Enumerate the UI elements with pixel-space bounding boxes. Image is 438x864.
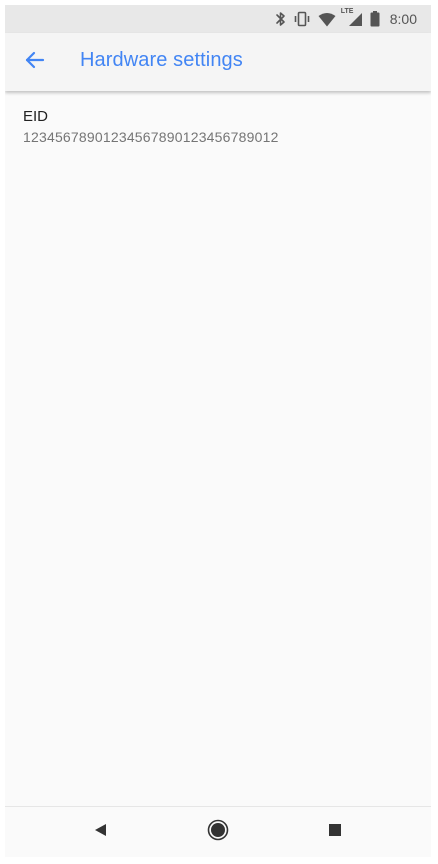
page-title: Hardware settings bbox=[80, 49, 243, 71]
status-icons: LTE 8:00 bbox=[275, 5, 417, 33]
eid-preference[interactable]: EID 12345678901234567890123456789012 bbox=[5, 107, 431, 147]
status-bar: LTE 8:00 bbox=[5, 5, 431, 33]
lte-label: LTE bbox=[340, 8, 354, 15]
nav-recents-button[interactable] bbox=[322, 819, 348, 845]
wifi-icon bbox=[318, 12, 336, 27]
bluetooth-icon bbox=[275, 11, 286, 27]
vibrate-icon bbox=[293, 11, 311, 27]
navigation-bar bbox=[5, 806, 431, 857]
phone-screen: LTE 8:00 Hardware settings EID 123456789… bbox=[5, 5, 431, 857]
app-bar: Hardware settings bbox=[5, 33, 431, 91]
arrow-back-icon bbox=[25, 51, 45, 74]
lte-signal-icon: LTE bbox=[340, 8, 363, 27]
settings-list: EID 12345678901234567890123456789012 bbox=[5, 91, 431, 806]
nav-home-button[interactable] bbox=[205, 819, 231, 845]
preference-summary: 12345678901234567890123456789012 bbox=[23, 129, 279, 145]
battery-icon bbox=[370, 11, 380, 27]
home-circle-icon bbox=[207, 819, 229, 846]
back-triangle-icon bbox=[92, 822, 108, 843]
status-clock: 8:00 bbox=[389, 11, 417, 27]
back-button[interactable] bbox=[19, 46, 51, 78]
nav-back-button[interactable] bbox=[87, 819, 113, 845]
recents-square-icon bbox=[328, 823, 342, 842]
preference-title: EID bbox=[23, 108, 49, 125]
